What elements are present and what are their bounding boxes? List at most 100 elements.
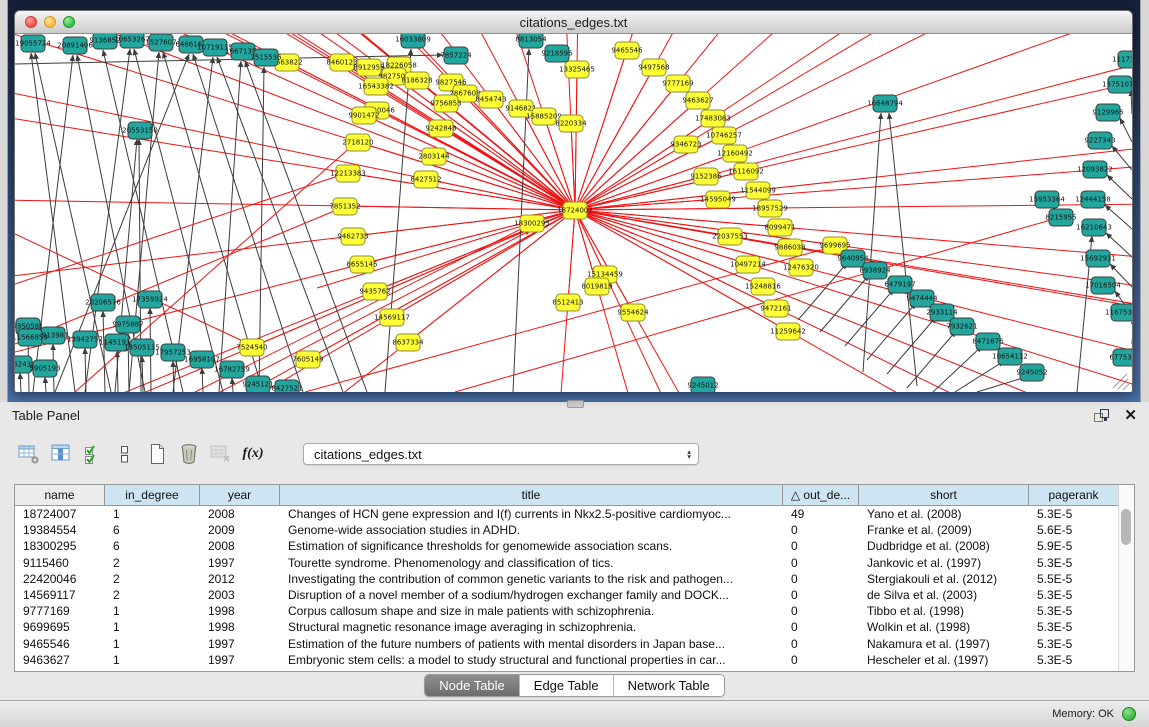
graph-node[interactable]: 9756853 bbox=[430, 95, 461, 112]
graph-node[interactable]: 10497214 bbox=[730, 256, 766, 273]
graph-node[interactable]: 9901472 bbox=[348, 107, 379, 124]
graph-node[interactable]: 8813054 bbox=[515, 34, 547, 48]
graph-node[interactable]: 11173549 bbox=[1112, 51, 1132, 68]
column-header-out_de...[interactable]: △ out_de... bbox=[783, 485, 859, 505]
network-canvas[interactable]: 8460123891295518226058982750381863289827… bbox=[15, 34, 1132, 392]
graph-node[interactable]: 17483083 bbox=[695, 110, 731, 127]
scrollbar-thumb[interactable] bbox=[1121, 509, 1131, 545]
graph-node[interactable]: 9129966 bbox=[1092, 104, 1124, 121]
function-builder-button[interactable]: f(x) bbox=[241, 441, 265, 467]
graph-node[interactable]: 8655145 bbox=[346, 256, 377, 273]
graph-node[interactable]: 6775332 bbox=[1109, 349, 1132, 366]
graph-node[interactable]: 9463627 bbox=[682, 92, 713, 109]
delete-column-button[interactable] bbox=[177, 441, 201, 467]
table-row[interactable]: 2242004622012Investigating the contribut… bbox=[15, 571, 1134, 587]
graph-node[interactable]: 19055724 bbox=[15, 35, 51, 52]
graph-node[interactable]: 8471676 bbox=[972, 333, 1004, 350]
row-selection-button[interactable] bbox=[81, 441, 105, 467]
zoom-button[interactable] bbox=[63, 16, 75, 28]
network-svg[interactable]: 8460123891295518226058982750381863289827… bbox=[15, 34, 1132, 392]
column-header-in_degree[interactable]: in_degree bbox=[105, 485, 200, 505]
graph-node[interactable]: 6479197 bbox=[884, 276, 915, 293]
graph-node[interactable]: 9777169 bbox=[662, 75, 693, 92]
graph-node[interactable]: 12476320 bbox=[783, 259, 819, 276]
graph-node[interactable]: 12160492 bbox=[717, 145, 753, 162]
graph-node[interactable]: 11675353 bbox=[1105, 304, 1132, 321]
graph-node[interactable]: 16648794 bbox=[867, 95, 903, 112]
graph-node[interactable]: 2803144 bbox=[418, 148, 450, 165]
table-row[interactable]: 946362711997Embryonic stem cells: a mode… bbox=[15, 652, 1134, 668]
graph-node[interactable]: 7857224 bbox=[440, 47, 472, 64]
tab-node-table[interactable]: Node Table bbox=[425, 675, 519, 696]
graph-node[interactable]: 10654112 bbox=[992, 348, 1028, 365]
import-table-button[interactable] bbox=[209, 441, 233, 467]
graph-node[interactable]: 16116092 bbox=[728, 163, 764, 180]
graph-node[interactable]: 7605149 bbox=[292, 351, 323, 368]
graph-node[interactable]: 8186328 bbox=[401, 72, 432, 89]
close-button[interactable] bbox=[25, 16, 37, 28]
column-visibility-button[interactable] bbox=[49, 441, 73, 467]
graph-node[interactable]: 9245012 bbox=[687, 377, 718, 392]
graph-node[interactable]: 9472161 bbox=[760, 300, 791, 317]
graph-node[interactable]: 8454743 bbox=[475, 91, 506, 108]
table-row[interactable]: 969969511998Structural magnetic resonanc… bbox=[15, 619, 1134, 635]
table-row[interactable]: 1938455462009Genome-wide association stu… bbox=[15, 522, 1134, 538]
graph-node[interactable]: 12213383 bbox=[330, 165, 366, 182]
table-scrollbar[interactable] bbox=[1118, 485, 1134, 671]
panel-drag-handle-icon[interactable] bbox=[567, 400, 584, 408]
graph-node[interactable]: 15751074 bbox=[1102, 76, 1132, 93]
memory-ok-indicator-icon[interactable] bbox=[1122, 707, 1136, 721]
graph-node[interactable]: 8938924 bbox=[859, 262, 891, 279]
graph-node[interactable]: 8637334 bbox=[392, 334, 424, 351]
graph-node[interactable]: 20891406 bbox=[57, 37, 93, 54]
table-row[interactable]: 1872400712008Changes of HCN gene express… bbox=[15, 506, 1134, 522]
graph-node[interactable]: 9465546 bbox=[611, 42, 643, 59]
table-row[interactable]: 946554611997Estimation of the future num… bbox=[15, 636, 1134, 652]
graph-node[interactable]: 9245052 bbox=[1016, 364, 1047, 381]
graph-node[interactable]: 7851352 bbox=[329, 198, 360, 215]
float-window-icon[interactable] bbox=[1093, 408, 1110, 423]
graph-node[interactable]: 9218596 bbox=[541, 45, 573, 62]
graph-node[interactable]: 7524540 bbox=[236, 339, 267, 356]
graph-node[interactable]: 14569117 bbox=[374, 309, 410, 326]
table-mode-button[interactable] bbox=[17, 441, 41, 467]
graph-node[interactable]: 9462733 bbox=[337, 228, 368, 245]
table-row[interactable]: 911546021997Tourette syndrome. Phenomeno… bbox=[15, 555, 1134, 571]
tab-network-table[interactable]: Network Table bbox=[613, 675, 724, 696]
graph-node[interactable]: 9152386 bbox=[690, 168, 722, 185]
table-row[interactable]: 1830029562008Estimation of significance … bbox=[15, 538, 1134, 554]
column-header-title[interactable]: title bbox=[280, 485, 783, 505]
graph-node[interactable]: 16033809 bbox=[395, 34, 431, 48]
row-height-button[interactable] bbox=[113, 441, 137, 467]
column-header-short[interactable]: short bbox=[859, 485, 1029, 505]
graph-node[interactable]: 9886038 bbox=[774, 239, 805, 256]
graph-node[interactable]: 9497568 bbox=[638, 59, 669, 76]
graph-node[interactable]: 9975887 bbox=[112, 316, 143, 333]
graph-node[interactable]: 8019819 bbox=[581, 278, 612, 295]
graph-node[interactable]: 16782759 bbox=[214, 361, 250, 378]
minimize-button[interactable] bbox=[44, 16, 56, 28]
graph-node[interactable]: 11259642 bbox=[770, 323, 806, 340]
graph-node[interactable]: 9346723 bbox=[670, 136, 701, 153]
tab-edge-table[interactable]: Edge Table bbox=[519, 675, 613, 696]
column-header-name[interactable]: name bbox=[15, 485, 105, 505]
graph-node[interactable]: 5905193 bbox=[29, 360, 60, 377]
new-column-button[interactable] bbox=[145, 441, 169, 467]
graph-node[interactable]: 7515536 bbox=[250, 49, 282, 66]
graph-node[interactable]: 2718120 bbox=[342, 134, 373, 151]
graph-node[interactable]: 9245121 bbox=[242, 376, 273, 392]
graph-node[interactable]: 20206576 bbox=[85, 294, 121, 311]
graph-node[interactable]: 22037553 bbox=[712, 228, 748, 245]
column-header-pagerank[interactable]: pagerank bbox=[1029, 485, 1119, 505]
table-selector-combobox[interactable]: citations_edges.txt ▴▾ bbox=[303, 443, 699, 465]
graph-node[interactable]: 1527607 bbox=[145, 34, 176, 51]
graph-node[interactable]: 9242848 bbox=[425, 120, 456, 137]
graph-node[interactable]: 7932621 bbox=[946, 318, 977, 335]
network-view-window[interactable]: citations_edges.txt 84601238912955182260… bbox=[14, 10, 1133, 392]
graph-node[interactable]: 9554624 bbox=[617, 304, 649, 321]
column-header-year[interactable]: year bbox=[200, 485, 280, 505]
graph-node[interactable]: 8512413 bbox=[552, 294, 583, 311]
graph-node[interactable]: 18957529 bbox=[752, 200, 788, 217]
graph-node[interactable]: 9435762 bbox=[359, 283, 390, 300]
graph-node[interactable]: 8220334 bbox=[555, 115, 587, 132]
